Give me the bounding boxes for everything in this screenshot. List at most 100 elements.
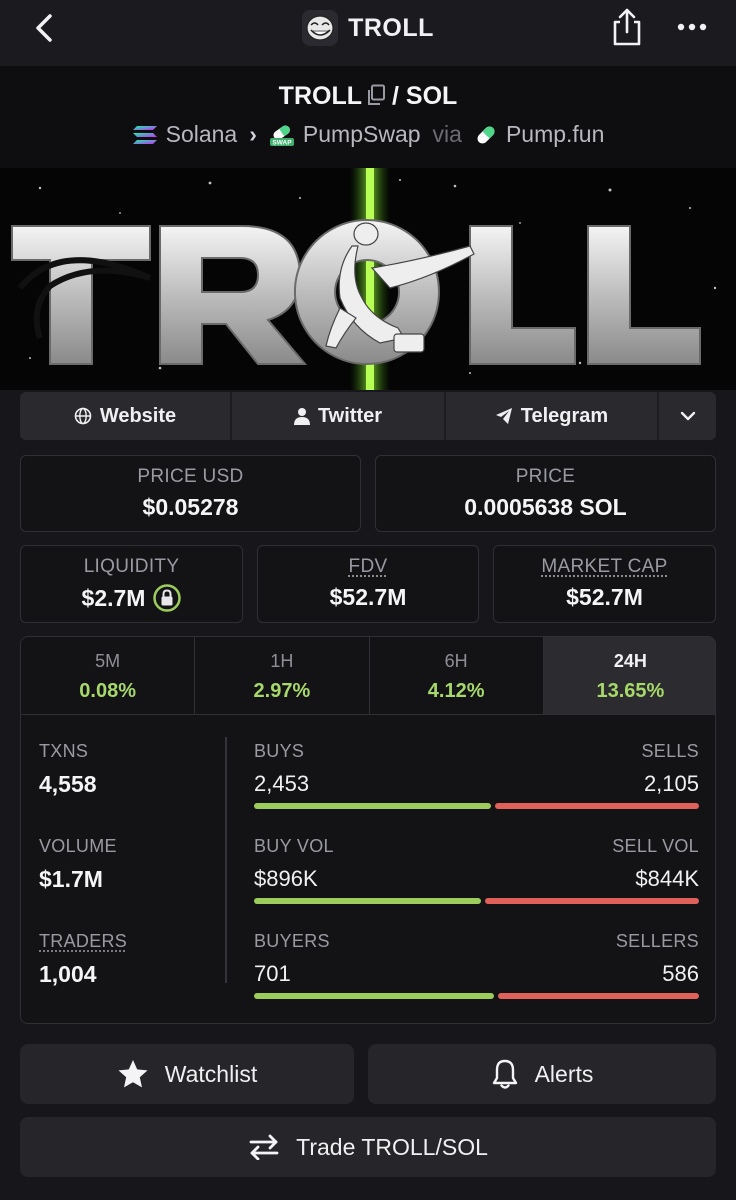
fdv-box: FDV $52.7M — [257, 545, 479, 623]
traders-value: 1,004 — [39, 961, 97, 987]
liquidity-value: $2.7M — [81, 584, 146, 611]
price-usd-value: $0.05278 — [142, 494, 239, 520]
tab-5m[interactable]: 5M 0.08% — [21, 637, 196, 714]
via-label: via — [432, 121, 462, 147]
pair-separator: / — [392, 82, 399, 110]
tab-label: 1H — [270, 651, 294, 671]
globe-icon — [74, 407, 92, 425]
sell-volume-value: $844K — [635, 866, 699, 891]
pumpfun-pill-icon — [477, 125, 495, 144]
market-cap-value: $52.7M — [566, 584, 643, 610]
page-title: TROLL — [348, 13, 434, 42]
tab-change: 2.97% — [253, 680, 311, 702]
buy-volume-bar — [254, 898, 481, 904]
buys-value: 2,453 — [254, 771, 310, 796]
tab-change: 4.12% — [427, 680, 485, 702]
price-label: PRICE — [515, 466, 576, 487]
website-label: Website — [99, 404, 177, 427]
traders-label[interactable]: TRADERS — [39, 931, 127, 952]
token-page: TROLL TROLL / SOL Solana › SWAP PumpSwap… — [0, 0, 736, 1200]
more-options-icon[interactable] — [674, 12, 710, 42]
buy-volume-value: $896K — [254, 866, 318, 891]
twitter-button[interactable]: Twitter — [232, 392, 446, 440]
buys-bar — [254, 803, 491, 809]
fdv-value: $52.7M — [329, 584, 407, 610]
sell-volume-label: SELL VOL — [612, 836, 699, 856]
tab-24h[interactable]: 24H 13.65% — [543, 637, 715, 714]
twitter-label: Twitter — [317, 404, 383, 427]
copy-icon[interactable] — [366, 84, 386, 113]
trade-label: Trade TROLL/SOL — [296, 1133, 488, 1160]
stats-divider — [225, 737, 227, 983]
price-native-value: 0.0005638 SOL — [464, 494, 627, 520]
liquidity-label: LIQUIDITY — [83, 556, 180, 577]
liquidity-value-row: $2.7M — [21, 584, 242, 612]
tab-label: 24H — [613, 651, 647, 671]
troll-face-icon — [302, 10, 339, 46]
price-native-box: PRICE 0.0005638 SOL — [375, 455, 716, 532]
share-icon[interactable] — [608, 6, 646, 48]
alerts-button[interactable]: Alerts — [368, 1044, 716, 1104]
token-banner-image — [0, 168, 736, 390]
telegram-label: Telegram — [520, 404, 609, 427]
chevron-right-icon: › — [249, 121, 257, 147]
star-icon — [118, 1060, 148, 1088]
timeframe-tabs: 5M 0.08% 1H 2.97% 6H 4.12% 24H 13.65% — [21, 637, 715, 715]
pumpswap-badge: SWAP — [272, 139, 292, 146]
tab-label: 5M — [95, 651, 121, 671]
telegram-button[interactable]: Telegram — [446, 392, 659, 440]
sell-volume-bar — [485, 898, 699, 904]
fdv-label[interactable]: FDV — [258, 556, 478, 578]
txns-label: TXNS — [39, 741, 89, 761]
trade-stats: TXNS 4,558 VOLUME $1.7M TRADERS 1,004 BU… — [21, 717, 715, 1023]
tab-1h[interactable]: 1H 2.97% — [195, 637, 370, 714]
watchlist-button[interactable]: Watchlist — [20, 1044, 354, 1104]
user-icon — [293, 408, 310, 425]
bell-icon — [492, 1059, 517, 1089]
lock-icon[interactable] — [153, 584, 182, 612]
buys-label: BUYS — [254, 741, 305, 761]
pumpswap-icon: SWAP — [269, 125, 294, 146]
sellers-bar — [498, 993, 699, 999]
pair-quote: SOL — [405, 82, 458, 110]
sells-bar — [495, 803, 699, 809]
tab-label: 6H — [444, 651, 468, 671]
sells-value: 2,105 — [643, 771, 699, 796]
sells-label: SELLS — [641, 741, 699, 761]
sellers-label: SELLERS — [615, 931, 699, 951]
pair-header: TROLL / SOL Solana › SWAP PumpSwap via P… — [0, 66, 736, 168]
dex-name[interactable]: PumpSwap — [303, 121, 421, 148]
watchlist-label: Watchlist — [164, 1060, 258, 1087]
tab-change: 13.65% — [596, 680, 665, 702]
solana-icon — [132, 125, 157, 144]
launchpad-name[interactable]: Pump.fun — [506, 121, 604, 148]
sellers-value: 586 — [662, 961, 699, 986]
buy-volume-label: BUY VOL — [254, 836, 334, 856]
swap-arrows-icon — [249, 1134, 279, 1160]
buyers-bar — [254, 993, 494, 999]
more-links-button[interactable] — [659, 392, 716, 440]
price-usd-label: PRICE USD — [137, 466, 244, 487]
chevron-down-icon — [680, 411, 695, 421]
trade-button[interactable]: Trade TROLL/SOL — [20, 1117, 716, 1177]
tab-6h[interactable]: 6H 4.12% — [370, 637, 544, 714]
website-button[interactable]: Website — [20, 392, 232, 440]
chain-name[interactable]: Solana — [166, 121, 238, 148]
banner-artwork — [0, 168, 736, 390]
chain-breadcrumb: Solana › SWAP PumpSwap via Pump.fun — [0, 121, 736, 148]
top-bar: TROLL — [0, 0, 736, 66]
txns-value: 4,558 — [39, 771, 97, 797]
liquidity-box: LIQUIDITY $2.7M — [20, 545, 243, 623]
volume-label: VOLUME — [39, 836, 117, 856]
pair-title: TROLL / SOL — [0, 82, 736, 113]
price-usd-box: PRICE USD $0.05278 — [20, 455, 361, 532]
alerts-label: Alerts — [534, 1060, 594, 1087]
market-cap-label[interactable]: MARKET CAP — [494, 556, 715, 578]
stats-panel: 5M 0.08% 1H 2.97% 6H 4.12% 24H 13.65% TX… — [20, 636, 716, 1024]
pair-base: TROLL — [278, 82, 362, 110]
volume-value: $1.7M — [39, 866, 103, 892]
market-cap-box: MARKET CAP $52.7M — [493, 545, 716, 623]
buyers-label: BUYERS — [254, 931, 330, 951]
telegram-plane-icon — [495, 408, 512, 424]
tab-change: 0.08% — [79, 680, 136, 702]
